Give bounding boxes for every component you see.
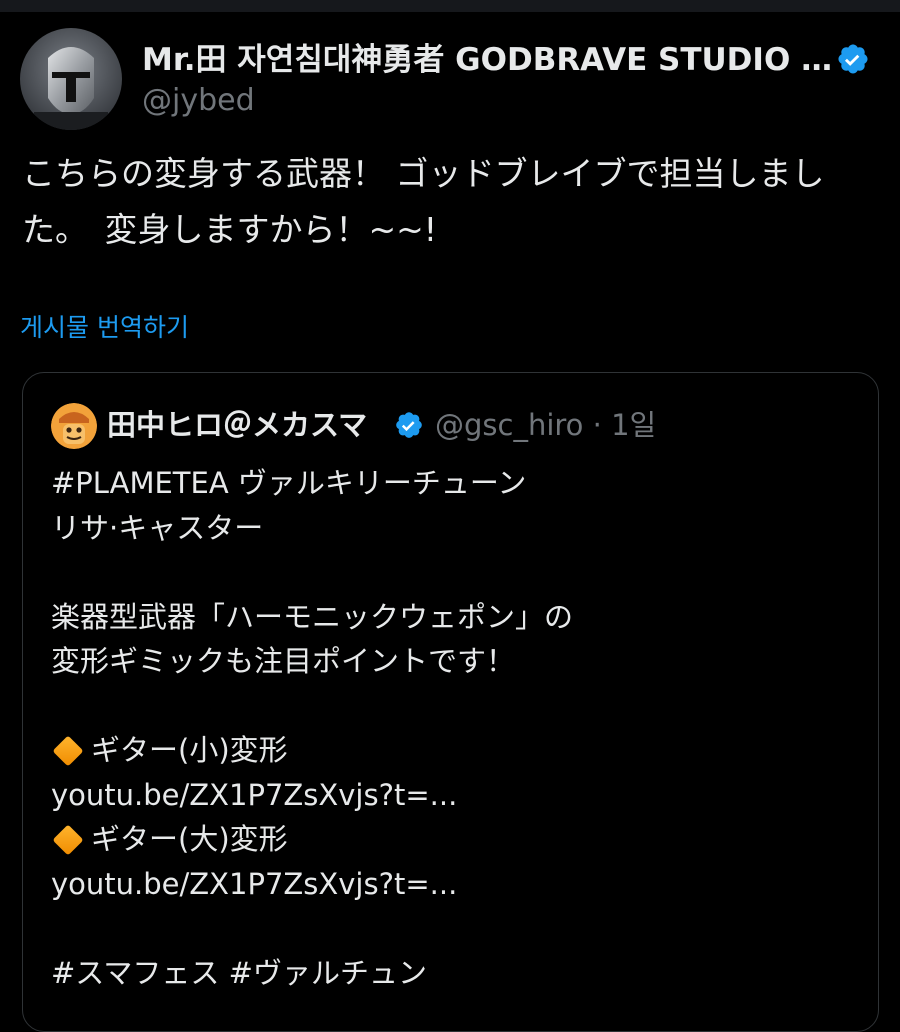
quoted-line: ギター(小)変形 bbox=[91, 733, 288, 767]
quoted-line: ギター(大)変形 bbox=[91, 822, 288, 856]
quoted-bullet-line: ギター(小)変形 bbox=[51, 728, 851, 773]
quoted-post-text: #PLAMETEA ヴァルキリーチューン リサ·キャスター 楽器型武器「ハーモニ… bbox=[51, 461, 851, 995]
quoted-line bbox=[51, 550, 851, 595]
quoted-line: 変形ギミックも注目ポイントです！ bbox=[51, 644, 516, 678]
post-text-line: こちらの変身する武器！ ゴッドブレイブで担当しまし bbox=[22, 154, 825, 193]
quoted-line[interactable]: #PLAMETEA ヴァルキリーチューン bbox=[51, 461, 851, 506]
verified-badge-icon bbox=[394, 410, 424, 440]
orange-diamond-icon bbox=[52, 735, 84, 767]
verified-badge-icon bbox=[836, 42, 870, 76]
top-divider bbox=[0, 0, 900, 12]
quoted-line: リサ·キャスター bbox=[51, 510, 264, 545]
post-text: こちらの変身する武器！ ゴッドブレイブで担当しまし た。 変身しますから！~~! bbox=[22, 146, 872, 258]
quoted-post-card[interactable]: 田中ヒロ＠メカスマ @gsc_hiro · 1일 #PLAMETEA ヴァルキリ… bbox=[22, 372, 879, 1032]
orange-diamond-icon bbox=[52, 824, 84, 856]
quoted-author-name[interactable]: 田中ヒロ＠メカスマ bbox=[107, 405, 367, 445]
author-name[interactable]: Mr.田 자연침대神勇者 GODBRAVE STUDIO B... bbox=[142, 40, 842, 80]
helmet-avatar-icon[interactable] bbox=[20, 28, 122, 130]
youtube-link[interactable]: youtu.be/ZX1P7ZsXvjs?t=... bbox=[51, 773, 851, 818]
author-handle[interactable]: @jybed bbox=[142, 82, 255, 120]
quoted-bullet-line: ギター(大)変形 bbox=[51, 817, 851, 862]
translate-post-link[interactable]: 게시물 번역하기 bbox=[20, 310, 189, 346]
hashtag-line[interactable]: #スマフェス #ヴァルチュン bbox=[51, 951, 851, 996]
quoted-line bbox=[51, 906, 851, 951]
cartoon-face-avatar-icon[interactable] bbox=[51, 403, 97, 449]
quoted-line bbox=[51, 684, 851, 729]
youtube-link[interactable]: youtu.be/ZX1P7ZsXvjs?t=... bbox=[51, 862, 851, 907]
quoted-line: 楽器型武器「ハーモニックウェポン」の bbox=[51, 599, 574, 634]
quoted-author-handle[interactable]: @gsc_hiro · 1일 bbox=[435, 405, 656, 445]
post-text-line: た。 変身しますから！~~! bbox=[22, 210, 438, 249]
